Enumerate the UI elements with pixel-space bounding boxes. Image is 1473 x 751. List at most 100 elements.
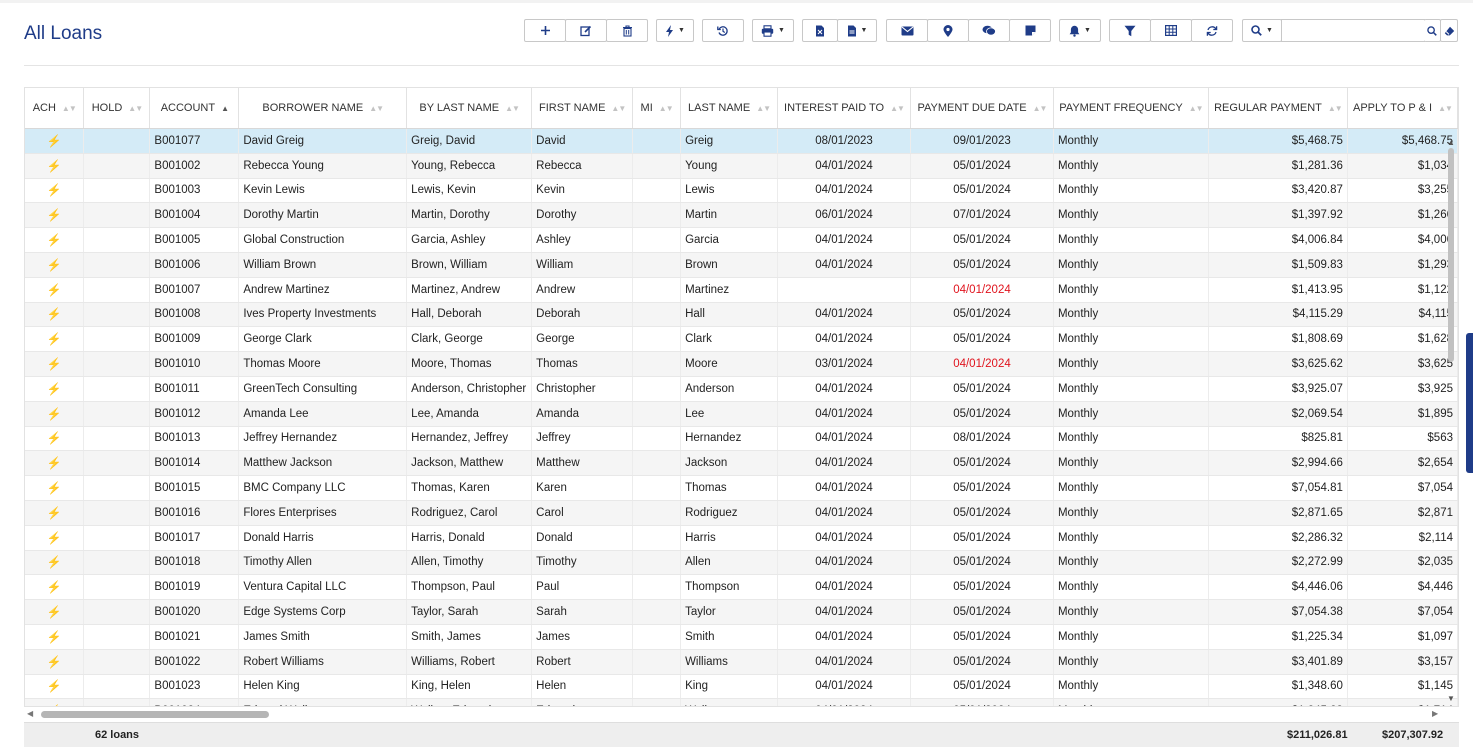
cell-borrower-name: Global Construction (238, 227, 408, 253)
cell-by-last-name: King, Helen (406, 674, 533, 700)
table-row[interactable]: ⚡ B001003 Kevin Lewis Lewis, Kevin Kevin Lewi… (25, 178, 1458, 204)
table-row[interactable]: ⚡ B001004 Dorothy Martin Martin, Dorothy Dor… (25, 202, 1458, 229)
cell-ach: ⚡ (25, 574, 85, 601)
table-row[interactable]: ⚡ B001011 GreenTech Consulting Anderson, Ch… (25, 376, 1458, 402)
table-row[interactable]: ⚡ B001023 Helen King King, Helen Helen King 04… (25, 674, 1458, 700)
scroll-right-icon[interactable]: ▶ (1432, 709, 1438, 718)
location-button[interactable] (927, 19, 969, 42)
table-row[interactable]: ⚡ B001013 Jeffrey Hernandez Hernandez, Jeff… (25, 426, 1458, 452)
table-row[interactable]: ⚡ B001008 Ives Property Investments Hall, D… (25, 302, 1458, 328)
search-submit-button[interactable] (1424, 19, 1441, 42)
table-row[interactable]: ⚡ B001005 Global Construction Garcia, Ashle… (25, 227, 1458, 253)
email-button[interactable] (886, 19, 928, 42)
notes-button[interactable] (1009, 19, 1051, 42)
table-row[interactable]: ⚡ B001019 Ventura Capital LLC Thompson, Pau… (25, 574, 1458, 601)
cell-payment-due-date: 05/01/2024 (910, 698, 1054, 706)
table-row[interactable]: ⚡ B001012 Amanda Lee Lee, Amanda Amanda Lee 04… (25, 401, 1458, 427)
history-button[interactable] (702, 19, 744, 42)
col-header-borrower-name[interactable]: BORROWER NAME ▲▼ (238, 88, 408, 129)
col-header-ach[interactable]: ACH ▲▼ (25, 88, 85, 129)
cell-ach: ⚡ (25, 153, 85, 179)
col-header-payment-frequency[interactable]: PAYMENT FREQUENCY ▲▼ (1053, 88, 1209, 129)
vertical-scrollbar[interactable]: ▲ ▼ (1446, 138, 1456, 706)
table-row[interactable]: ⚡ B001015 BMC Company LLC Thomas, Karen Kare… (25, 475, 1458, 501)
table-row[interactable]: ⚡ B001017 Donald Harris Harris, Donald Donal… (25, 525, 1458, 551)
print-button[interactable]: ▼ (752, 19, 794, 42)
cell-account: B001024 (149, 698, 240, 706)
cell-interest-paid-to: 04/01/2024 (777, 302, 911, 328)
delete-button[interactable] (606, 19, 648, 42)
table-row[interactable]: ⚡ B001009 George Clark Clark, George George C… (25, 326, 1458, 353)
col-header-mi[interactable]: MI ▲▼ (632, 88, 682, 129)
cell-regular-payment: $5,468.75 (1208, 128, 1348, 154)
cell-apply-to-p-and-i: $4,006 (1347, 227, 1458, 253)
cell-interest-paid-to: 04/01/2024 (777, 599, 911, 625)
edit-button[interactable] (565, 19, 607, 42)
add-button[interactable] (524, 19, 566, 42)
table-row[interactable]: ⚡ B001007 Andrew Martinez Martinez, Andrew A… (25, 277, 1458, 303)
columns-button[interactable] (1150, 19, 1192, 42)
table-row[interactable]: ⚡ B001021 James Smith Smith, James James Smit… (25, 624, 1458, 650)
cell-payment-frequency: Monthly (1053, 500, 1209, 526)
ach-lightning-icon: ⚡ (46, 233, 62, 248)
col-label: FIRST NAME (539, 102, 606, 114)
col-header-by-last-name[interactable]: BY LAST NAME ▲▼ (406, 88, 533, 129)
cell-last-name: Garcia (680, 227, 779, 253)
col-label: BORROWER NAME (262, 102, 364, 114)
vertical-scroll-thumb[interactable] (1448, 148, 1454, 362)
cell-by-last-name: Martin, Dorothy (406, 202, 533, 229)
document-button[interactable]: ▼ (837, 19, 877, 42)
cell-interest-paid-to: 04/01/2024 (777, 252, 911, 278)
table-row[interactable]: ⚡ B001016 Flores Enterprises Rodriguez, Car… (25, 500, 1458, 526)
sort-icon: ▲▼ (1032, 104, 1048, 113)
cell-payment-due-date: 07/01/2024 (910, 202, 1054, 229)
loans-table-body: ⚡ B001077 David Greig Greig, David David Grei… (25, 128, 1458, 706)
table-row[interactable]: ⚡ B001006 William Brown Brown, William Willi… (25, 252, 1458, 278)
col-header-account[interactable]: ACCOUNT ▲ (149, 88, 240, 129)
cell-last-name: Harris (680, 525, 779, 551)
cell-by-last-name: Thomas, Karen (406, 475, 533, 501)
scroll-left-icon[interactable]: ◀ (27, 709, 33, 718)
cell-mi (632, 649, 682, 675)
cell-interest-paid-to: 04/01/2024 (777, 698, 911, 706)
cell-hold (83, 326, 151, 353)
search-input[interactable] (1281, 19, 1425, 42)
messages-button[interactable] (968, 19, 1010, 42)
col-header-apply-to-p-and-i[interactable]: APPLY TO P & I ▲▼ (1347, 88, 1458, 129)
sort-icon: ▲▼ (611, 104, 626, 113)
side-panel-tab[interactable] (1466, 333, 1473, 473)
actions-button[interactable]: ▼ (656, 19, 694, 42)
printer-icon (761, 24, 774, 37)
scroll-up-icon[interactable]: ▲ (1447, 138, 1455, 147)
cell-interest-paid-to: 04/01/2024 (777, 674, 911, 700)
scroll-down-icon[interactable]: ▼ (1447, 694, 1455, 703)
table-row[interactable]: ⚡ B001077 David Greig Greig, David David Grei… (25, 128, 1458, 154)
refresh-button[interactable] (1191, 19, 1233, 42)
horizontal-scroll-thumb[interactable] (41, 711, 269, 718)
cell-last-name: Brown (680, 252, 779, 278)
clear-search-button[interactable] (1440, 19, 1458, 42)
col-header-payment-due-date[interactable]: PAYMENT DUE DATE ▲▼ (910, 88, 1054, 129)
table-row[interactable]: ⚡ B001020 Edge Systems Corp Taylor, Sarah Sa… (25, 599, 1458, 625)
table-row[interactable]: ⚡ B001022 Robert Williams Williams, Robert R… (25, 649, 1458, 675)
col-header-first-name[interactable]: FIRST NAME ▲▼ (531, 88, 634, 129)
export-button[interactable] (802, 19, 838, 42)
filter-button[interactable] (1109, 19, 1151, 42)
col-label: PAYMENT DUE DATE (917, 102, 1027, 114)
table-row[interactable]: ⚡B001024Edward WalkerWalker, EdwardEdwar… (25, 698, 1458, 706)
col-header-interest-paid-to[interactable]: INTEREST PAID TO ▲▼ (777, 88, 911, 129)
loan-count: 62 loans (95, 729, 140, 741)
table-row[interactable]: ⚡ B001010 Thomas Moore Moore, Thomas Thomas M… (25, 351, 1458, 377)
col-header-regular-payment[interactable]: REGULAR PAYMENT ▲▼ (1208, 88, 1348, 129)
table-row[interactable]: ⚡ B001014 Matthew Jackson Jackson, Matthew M… (25, 450, 1458, 477)
cell-payment-due-date: 05/01/2024 (910, 649, 1054, 675)
table-row[interactable]: ⚡ B001002 Rebecca Young Young, Rebecca Rebec… (25, 153, 1458, 179)
table-row[interactable]: ⚡ B001018 Timothy Allen Allen, Timothy Timot… (25, 550, 1458, 576)
ach-lightning-icon: ⚡ (46, 481, 62, 496)
horizontal-scrollbar[interactable]: ◀ ▶ (24, 707, 1446, 721)
col-header-last-name[interactable]: LAST NAME ▲▼ (680, 88, 779, 129)
col-header-hold[interactable]: HOLD ▲▼ (83, 88, 151, 129)
search-options-button[interactable]: ▼ (1242, 19, 1282, 42)
alerts-button[interactable]: ▼ (1059, 19, 1101, 42)
cell-hold (83, 574, 151, 601)
